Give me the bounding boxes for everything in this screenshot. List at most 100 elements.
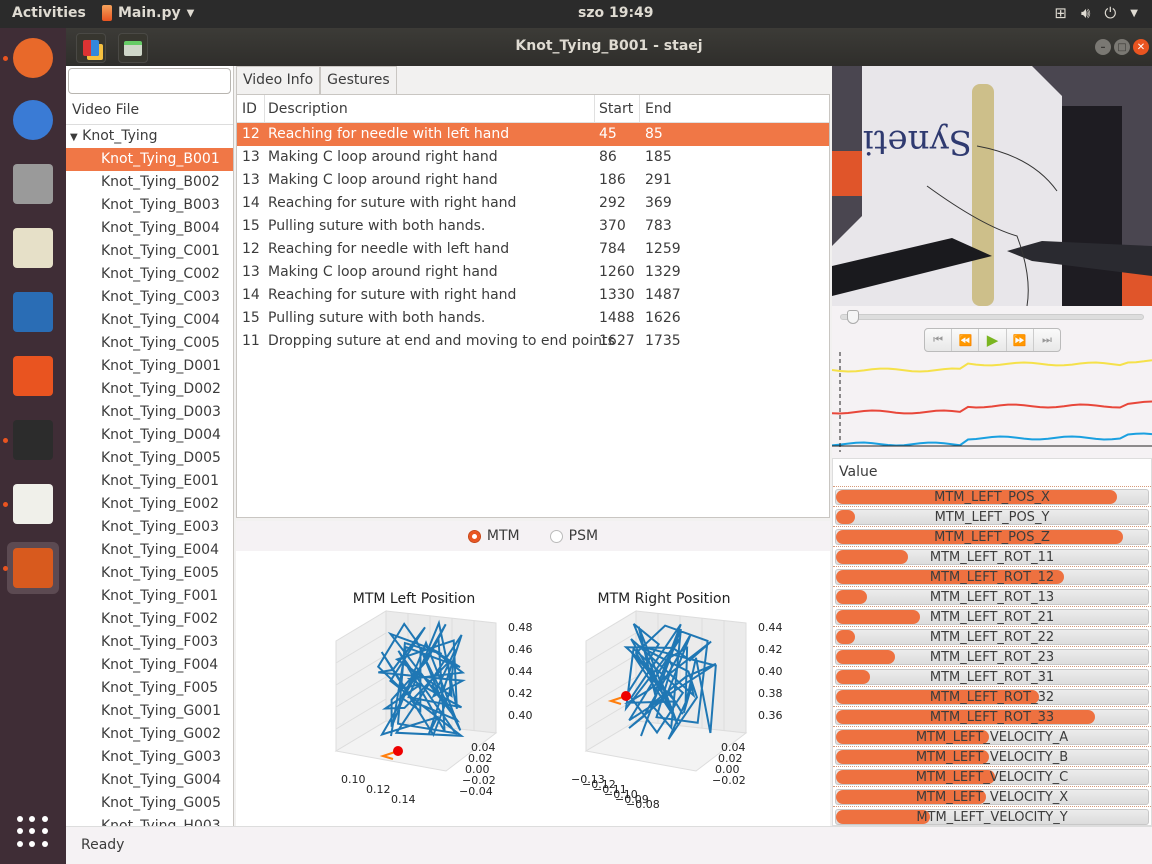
tree-item[interactable]: Knot_Tying_B003 — [66, 194, 233, 217]
value-row[interactable]: MTM_LEFT_POS_Z — [833, 527, 1151, 547]
radio-mtm[interactable]: MTM — [467, 528, 520, 544]
dock-item-ubuntu-software[interactable] — [7, 350, 59, 402]
dock-item-text-editor[interactable] — [7, 478, 59, 530]
tab-gestures[interactable]: Gestures — [320, 66, 397, 94]
video-file-header[interactable]: Video File — [66, 97, 233, 125]
tree-item[interactable]: Knot_Tying_E005 — [66, 562, 233, 585]
radio-selected-icon[interactable] — [467, 529, 481, 543]
dock-item-firefox[interactable] — [7, 32, 59, 84]
tree-item[interactable]: Knot_Tying_F003 — [66, 631, 233, 654]
rewind-button[interactable]: ⏪ — [952, 329, 980, 351]
radio-unselected-icon[interactable] — [549, 529, 563, 543]
table-row[interactable]: 12 Reaching for needle with left hand 784 1… — [237, 238, 829, 261]
network-icon[interactable]: ⊞ — [1054, 4, 1067, 22]
app-menu[interactable]: Main.py ▼ — [102, 5, 194, 21]
tree-item[interactable]: Knot_Tying_D002 — [66, 378, 233, 401]
tree-item[interactable]: Knot_Tying_F001 — [66, 585, 233, 608]
tree-item[interactable]: Knot_Tying_G005 — [66, 792, 233, 815]
tree-item[interactable]: Knot_Tying_G004 — [66, 769, 233, 792]
skip-to-end-button[interactable]: ⏭ — [1034, 329, 1060, 351]
search-input[interactable] — [68, 68, 231, 94]
volume-icon[interactable]: 🔊︎ — [1081, 4, 1090, 22]
dock-item-terminal[interactable] — [7, 414, 59, 466]
dock-item-rhythmbox[interactable] — [7, 222, 59, 274]
tree-item[interactable]: Knot_Tying_E004 — [66, 539, 233, 562]
tree-item[interactable]: Knot_Tying_E001 — [66, 470, 233, 493]
tree-item[interactable]: Knot_Tying_C003 — [66, 286, 233, 309]
value-row[interactable]: MTM_LEFT_POS_Y — [833, 507, 1151, 527]
value-row[interactable]: MTM_LEFT_POS_X — [833, 487, 1151, 507]
expander-triangle-icon[interactable]: ▼ — [70, 132, 78, 143]
values-header[interactable]: Value — [833, 459, 1151, 487]
dock-item-video-app[interactable] — [7, 542, 59, 594]
value-row[interactable]: MTM_LEFT_ROT_13 — [833, 587, 1151, 607]
tree-item[interactable]: Knot_Tying_F005 — [66, 677, 233, 700]
tree-item[interactable]: Knot_Tying_B004 — [66, 217, 233, 240]
table-row[interactable]: 13 Making C loop around right hand 86 185 — [237, 146, 829, 169]
chevron-down-icon[interactable]: ▼ — [1130, 8, 1138, 19]
radio-psm[interactable]: PSM — [549, 528, 598, 544]
value-row[interactable]: MTM_LEFT_ROT_23 — [833, 647, 1151, 667]
value-row[interactable]: MTM_LEFT_VELOCITY_X — [833, 787, 1151, 807]
skip-to-start-button[interactable]: ⏮ — [925, 329, 953, 351]
tree-item[interactable]: Knot_Tying_F004 — [66, 654, 233, 677]
tree-item[interactable]: Knot_Tying_G003 — [66, 746, 233, 769]
tree-item[interactable]: Knot_Tying_D005 — [66, 447, 233, 470]
tree-parent-knot-tying[interactable]: ▼ Knot_Tying — [66, 125, 233, 148]
tree-item[interactable]: Knot_Tying_C001 — [66, 240, 233, 263]
table-row[interactable]: 12 Reaching for needle with left hand 45 85 — [237, 123, 829, 146]
tree-item[interactable]: Knot_Tying_C002 — [66, 263, 233, 286]
clock[interactable]: szo 19:49 — [578, 5, 654, 21]
dock-item-files[interactable] — [7, 158, 59, 210]
value-row[interactable]: MTM_LEFT_ROT_31 — [833, 667, 1151, 687]
play-button[interactable]: ▶ — [979, 329, 1007, 351]
tree-item[interactable]: Knot_Tying_E002 — [66, 493, 233, 516]
value-row[interactable]: MTM_LEFT_VELOCITY_A — [833, 727, 1151, 747]
value-row[interactable]: MTM_LEFT_ROT_32 — [833, 687, 1151, 707]
table-row[interactable]: 13 Making C loop around right hand 1260 132… — [237, 261, 829, 284]
column-start[interactable]: Start — [595, 95, 640, 122]
value-row[interactable]: MTM_LEFT_ROT_11 — [833, 547, 1151, 567]
tree-item[interactable]: Knot_Tying_C005 — [66, 332, 233, 355]
value-row[interactable]: MTM_LEFT_VELOCITY_C — [833, 767, 1151, 787]
table-row[interactable]: 14 Reaching for suture with right hand 133… — [237, 284, 829, 307]
minimize-button[interactable]: – — [1095, 39, 1111, 55]
value-row[interactable]: MTM_LEFT_VELOCITY_Y — [833, 807, 1151, 827]
value-row[interactable]: MTM_LEFT_ROT_12 — [833, 567, 1151, 587]
tree-item[interactable]: Knot_Tying_C004 — [66, 309, 233, 332]
playback-slider[interactable] — [840, 310, 1144, 324]
column-id[interactable]: ID — [237, 95, 265, 122]
column-description[interactable]: Description — [265, 95, 595, 122]
fast-forward-button[interactable]: ⏩ — [1007, 329, 1034, 351]
dock-item-libreoffice-writer[interactable] — [7, 286, 59, 338]
table-row[interactable]: 13 Making C loop around right hand 186 291 — [237, 169, 829, 192]
svg-text:Syneti: Syneti — [863, 122, 972, 162]
tab-video-info[interactable]: Video Info — [236, 66, 321, 94]
dock-item-thunderbird[interactable] — [7, 94, 59, 146]
maximize-button[interactable]: □ — [1114, 39, 1130, 55]
close-button[interactable]: ✕ — [1133, 39, 1149, 55]
tree-item[interactable]: Knot_Tying_G002 — [66, 723, 233, 746]
tree-item[interactable]: Knot_Tying_G001 — [66, 700, 233, 723]
tree-item[interactable]: Knot_Tying_D003 — [66, 401, 233, 424]
value-row[interactable]: MTM_LEFT_ROT_22 — [833, 627, 1151, 647]
column-end[interactable]: End — [640, 95, 700, 122]
tree-item[interactable]: Knot_Tying_D001 — [66, 355, 233, 378]
tree-item[interactable]: Knot_Tying_E003 — [66, 516, 233, 539]
table-row[interactable]: 15 Pulling suture with both hands. 370 783 — [237, 215, 829, 238]
value-row[interactable]: MTM_LEFT_VELOCITY_B — [833, 747, 1151, 767]
table-row[interactable]: 11 Dropping suture at end and moving to e… — [237, 330, 829, 353]
tree-item[interactable]: Knot_Tying_D004 — [66, 424, 233, 447]
show-applications-button[interactable] — [17, 816, 49, 848]
tree-item[interactable]: Knot_Tying_F002 — [66, 608, 233, 631]
value-row[interactable]: MTM_LEFT_ROT_21 — [833, 607, 1151, 627]
tree-item[interactable]: Knot_Tying_B002 — [66, 171, 233, 194]
power-icon[interactable]: ⏻ — [1104, 4, 1116, 22]
tree-item[interactable]: Knot_Tying_B001 — [66, 148, 233, 171]
table-row[interactable]: 14 Reaching for suture with right hand 292… — [237, 192, 829, 215]
value-row[interactable]: MTM_LEFT_ROT_33 — [833, 707, 1151, 727]
table-row[interactable]: 15 Pulling suture with both hands. 1488 162… — [237, 307, 829, 330]
activities-button[interactable]: Activities — [12, 5, 86, 21]
slider-handle[interactable] — [846, 310, 859, 324]
tree-item[interactable]: Knot_Tying_H003 — [66, 815, 233, 826]
